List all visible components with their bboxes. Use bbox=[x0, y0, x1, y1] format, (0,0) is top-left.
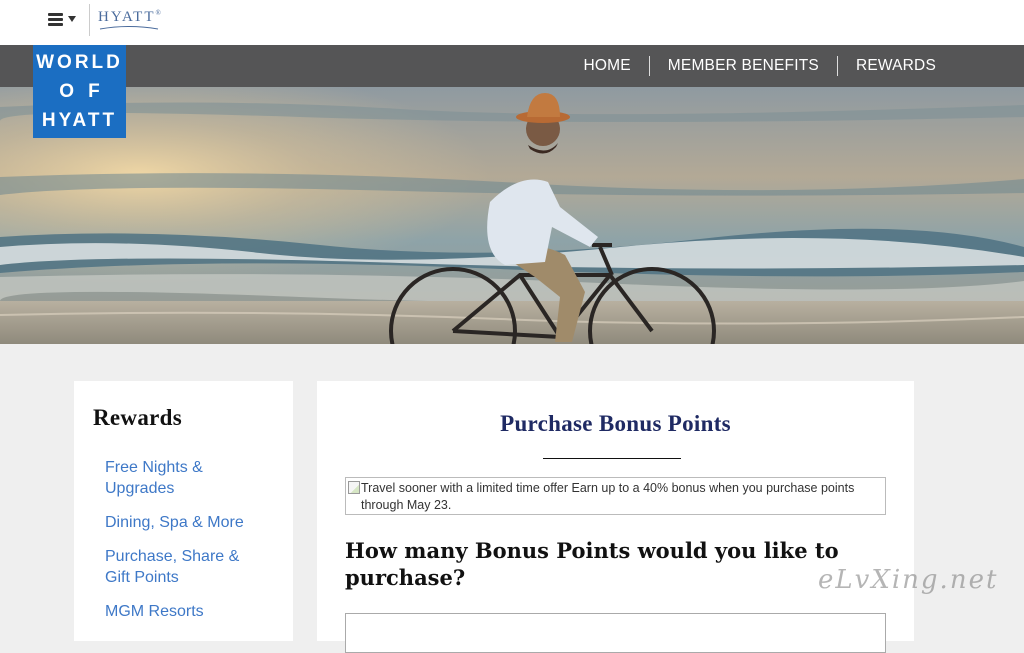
sidebar-link-free-nights[interactable]: Free Nights & Upgrades bbox=[105, 457, 255, 499]
main-nav: HOME MEMBER BENEFITS REWARDS bbox=[0, 45, 1024, 87]
promo-banner-image[interactable]: Travel sooner with a limited time offer … bbox=[345, 477, 886, 515]
main-content: Purchase Bonus Points Travel sooner with… bbox=[317, 381, 914, 653]
divider bbox=[89, 4, 90, 36]
sidebar: Rewards Free Nights & Upgrades Dining, S… bbox=[74, 381, 293, 641]
world-of-hyatt-logo[interactable]: WORLD OF HYATT bbox=[33, 45, 126, 138]
promo-alt-text: Travel sooner with a limited time offer … bbox=[361, 481, 855, 495]
hamburger-icon bbox=[48, 12, 63, 26]
top-bar: HYATT® bbox=[0, 0, 1024, 45]
points-question-heading: How many Bonus Points would you like to … bbox=[345, 538, 839, 590]
logo-line-world: WORLD bbox=[36, 52, 123, 73]
sidebar-title: Rewards bbox=[93, 405, 182, 430]
points-amount-select[interactable] bbox=[345, 613, 886, 653]
hyatt-swoosh-icon bbox=[99, 26, 159, 30]
sidebar-link-dining-spa[interactable]: Dining, Spa & More bbox=[105, 512, 255, 533]
hyatt-logo[interactable]: HYATT® bbox=[98, 9, 161, 26]
hero-image bbox=[0, 87, 1024, 344]
sidebar-link-mgm-resorts[interactable]: MGM Resorts bbox=[105, 601, 255, 622]
sidebar-link-purchase-points[interactable]: Purchase, Share & Gift Points bbox=[105, 546, 255, 588]
logo-line-hyatt: HYATT bbox=[41, 110, 118, 131]
nav-rewards[interactable]: REWARDS bbox=[838, 56, 936, 76]
title-underline bbox=[543, 458, 681, 459]
broken-image-icon bbox=[348, 481, 360, 494]
nav-member-benefits[interactable]: MEMBER BENEFITS bbox=[650, 56, 837, 76]
page-title: Purchase Bonus Points bbox=[500, 411, 731, 436]
trademark: ® bbox=[155, 9, 161, 17]
logo-line-of: OF bbox=[59, 81, 114, 102]
menu-button[interactable] bbox=[48, 8, 84, 30]
promo-alt-text-line2: through May 23. bbox=[361, 498, 452, 512]
caret-down-icon bbox=[68, 16, 76, 22]
beach-cyclist-illustration bbox=[0, 87, 1024, 344]
hyatt-logo-text: HYATT bbox=[98, 9, 156, 25]
watermark: eLvXing.net bbox=[818, 565, 999, 595]
nav-home[interactable]: HOME bbox=[565, 56, 648, 76]
